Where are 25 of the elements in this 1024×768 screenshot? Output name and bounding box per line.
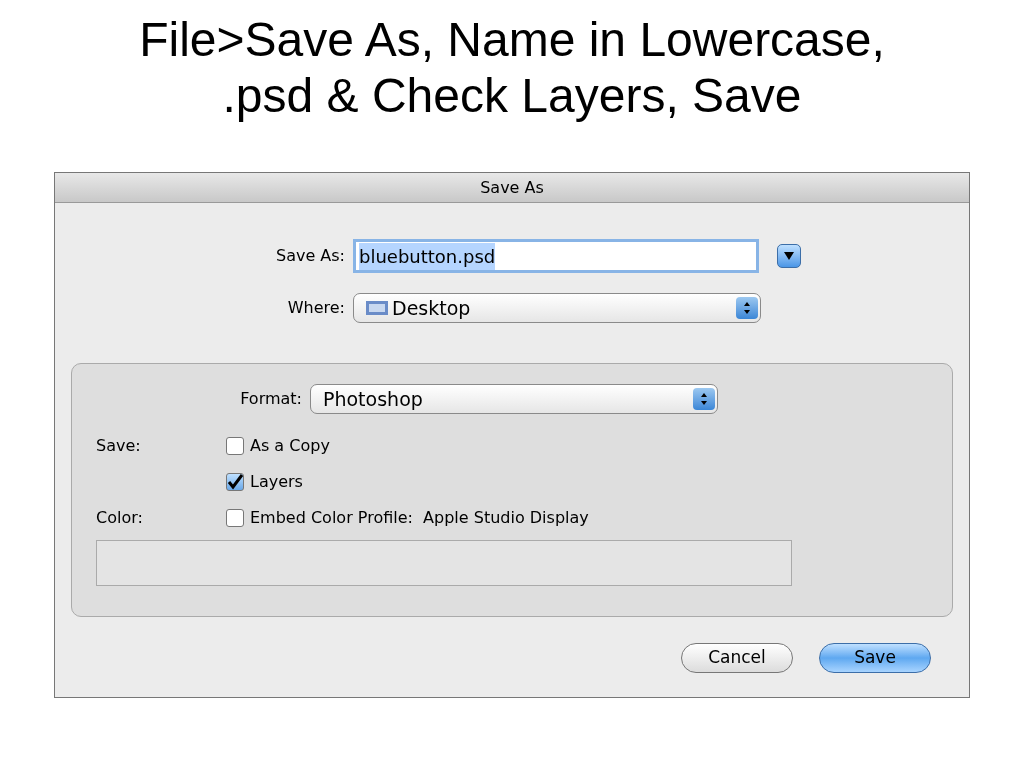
slide-title: File>Save As, Name in Lowercase, (139, 12, 885, 68)
location-popup[interactable]: Desktop (353, 293, 761, 323)
checkbox-option[interactable]: Layers (226, 470, 303, 494)
popup-arrows-icon (693, 388, 715, 410)
expand-button[interactable] (777, 244, 801, 268)
save-button[interactable]: Save (819, 643, 931, 673)
filename-field[interactable]: bluebutton.psd (353, 239, 759, 273)
field-label: Where: (286, 297, 345, 319)
popup-arrows-icon (736, 297, 758, 319)
slide-title: .psd & Check Layers, Save (222, 68, 802, 124)
section-label: Save: (96, 436, 141, 455)
cancel-button[interactable]: Cancel (681, 643, 793, 673)
checkbox-option[interactable]: As a Copy (226, 434, 330, 458)
checkbox[interactable] (226, 509, 244, 527)
folder-icon (366, 300, 388, 316)
field-label: Save As: (274, 245, 345, 267)
checkbox[interactable] (226, 473, 244, 491)
checkbox[interactable] (226, 437, 244, 455)
checkbox-option[interactable]: Embed Color Profile: Apple Studio Display (226, 506, 589, 530)
field-label: Format: (239, 388, 302, 410)
checkmark-icon (227, 474, 243, 490)
format-popup[interactable]: Photoshop (310, 384, 718, 414)
window-title: Save As (480, 176, 544, 199)
down-triangle-icon (784, 252, 794, 260)
section-label: Color: (96, 508, 143, 527)
